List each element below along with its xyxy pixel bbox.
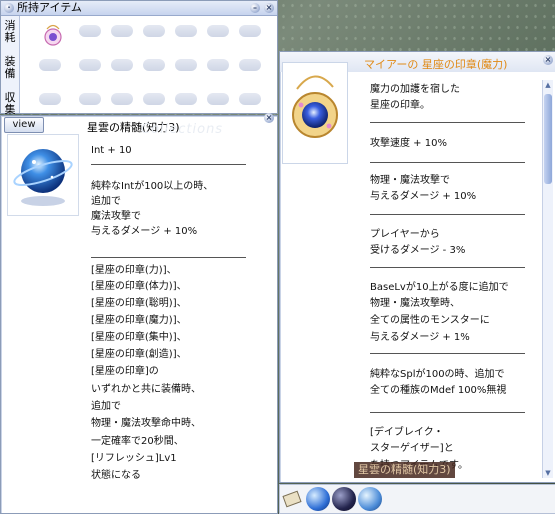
seal-description-line: BaseLvが10上がる度に追加で bbox=[370, 282, 509, 293]
seal-description-line: スターゲイザー]と bbox=[370, 443, 454, 454]
seal-illustration bbox=[282, 62, 348, 164]
inventory-slot[interactable] bbox=[239, 93, 261, 105]
divider bbox=[91, 164, 246, 165]
scroll-up-icon[interactable]: ▲ bbox=[543, 80, 553, 90]
item-tooltip: 星雲の精髄(知力3) bbox=[354, 462, 455, 478]
view-button[interactable]: view bbox=[4, 117, 44, 133]
description-line: 物理・魔法攻撃命中時、 bbox=[91, 418, 201, 429]
inventory-slot[interactable] bbox=[175, 25, 197, 37]
seal-description-line: 受けるダメージ - 3% bbox=[370, 245, 466, 256]
inventory-slot[interactable] bbox=[79, 93, 101, 105]
inventory-slot[interactable] bbox=[207, 25, 229, 37]
inventory-slot[interactable] bbox=[39, 93, 61, 105]
description-line: 純粋なIntが100以上の時、 bbox=[91, 181, 214, 192]
seal-description-line: プレイヤーから bbox=[370, 229, 440, 240]
inventory-slot[interactable] bbox=[79, 25, 101, 37]
description-line: 状態になる bbox=[91, 470, 141, 481]
divider bbox=[370, 214, 525, 215]
minimize-icon[interactable]: – bbox=[250, 3, 260, 13]
inventory-slot[interactable] bbox=[111, 93, 133, 105]
nebula-orb-icon bbox=[13, 149, 73, 206]
divider bbox=[370, 412, 525, 413]
tab-equipment[interactable]: 装備 bbox=[3, 56, 17, 80]
seal-description-line: [デイブレイク・ bbox=[370, 427, 444, 438]
inventory-slot[interactable] bbox=[175, 59, 197, 71]
description-line: [星座の印章(聡明)]、 bbox=[91, 298, 187, 309]
divider bbox=[370, 267, 525, 268]
shortcut-bar bbox=[279, 484, 555, 514]
tab-consumable[interactable]: 消耗 bbox=[3, 20, 17, 44]
inventory-slot[interactable] bbox=[111, 25, 133, 37]
description-line: [星座の印章(魔力)]、 bbox=[91, 315, 187, 326]
dark-orb-item-icon[interactable] bbox=[332, 487, 356, 511]
seal-description-line: 星座の印章。 bbox=[370, 100, 430, 111]
description-line: [星座の印章(集中)]、 bbox=[91, 332, 187, 343]
inventory-slot[interactable] bbox=[143, 25, 165, 37]
inventory-slot[interactable] bbox=[207, 93, 229, 105]
inventory-title: 所持アイテム bbox=[17, 1, 82, 14]
inventory-slot[interactable] bbox=[239, 59, 261, 71]
scroll-item-icon[interactable] bbox=[282, 490, 302, 508]
seal-orb-item-icon[interactable] bbox=[358, 487, 382, 511]
inventory-slot[interactable] bbox=[39, 59, 61, 71]
inventory-slot[interactable] bbox=[79, 59, 101, 71]
seal-description-line: 純粋なSplが100の時、追加で bbox=[370, 369, 505, 380]
description-line: 追加で bbox=[91, 401, 121, 412]
description-line: 追加で bbox=[91, 196, 121, 207]
seal-description-line: 物理・魔法攻撃で bbox=[370, 175, 450, 186]
close-icon[interactable]: × bbox=[264, 3, 274, 13]
inventory-slot[interactable] bbox=[239, 25, 261, 37]
seal-description-line: 与えるダメージ + 1% bbox=[370, 332, 470, 343]
description-line: 与えるダメージ + 10% bbox=[91, 226, 198, 237]
constellation-seal-icon bbox=[292, 75, 338, 138]
seal-description-line: 与えるダメージ + 10% bbox=[370, 191, 477, 202]
inventory-window: · 所持アイテム – × 消耗 装備 収集 bbox=[0, 0, 278, 116]
tab-etc[interactable]: 収集 bbox=[3, 92, 17, 116]
divider bbox=[370, 353, 525, 354]
description-line: [リフレッシュ]Lv1 bbox=[91, 453, 177, 464]
seal-description-window: マイアーの 星座の印章(魔力) × 魔力の加護を宿した 星座の印章。攻撃速度 + … bbox=[279, 51, 555, 483]
inventory-slot[interactable] bbox=[143, 59, 165, 71]
description-line: Int + 10 bbox=[91, 145, 132, 156]
inventory-tabs: 消耗 装備 収集 bbox=[1, 16, 20, 116]
seal-description-line: 全ての種族のMdef 100%無視 bbox=[370, 385, 507, 396]
item-illustration bbox=[7, 134, 79, 216]
seal-description-line: 全ての属性のモンスターに bbox=[370, 315, 490, 326]
description-line: [星座の印章(創造)]、 bbox=[91, 349, 187, 360]
divider bbox=[91, 257, 246, 258]
inventory-slot[interactable] bbox=[143, 93, 165, 105]
seal-description-line: 魔力の加護を宿した bbox=[370, 84, 460, 95]
scroll-thumb[interactable] bbox=[544, 94, 552, 184]
seal-item-icon[interactable] bbox=[39, 23, 69, 47]
nebula-item-icon[interactable] bbox=[306, 487, 330, 511]
description-line: 一定確率で20秒間、 bbox=[91, 436, 184, 447]
close-icon[interactable]: × bbox=[264, 113, 274, 123]
item-description-window: view × 星雲の精髄(知力3) Collections Int + 10 純粋… bbox=[0, 113, 278, 514]
inventory-slot[interactable] bbox=[175, 93, 197, 105]
close-icon[interactable]: × bbox=[543, 55, 553, 65]
seal-item-name: マイアーの 星座の印章(魔力) bbox=[364, 58, 508, 71]
inventory-titlebar[interactable]: · 所持アイテム – × bbox=[1, 1, 277, 16]
divider bbox=[370, 162, 525, 163]
inventory-slot[interactable] bbox=[207, 59, 229, 71]
description-line: いずれかと共に装備時、 bbox=[91, 384, 201, 395]
seal-description-scrollbar[interactable]: ▲ ▼ bbox=[542, 80, 553, 478]
scroll-down-icon[interactable]: ▼ bbox=[543, 468, 553, 478]
inventory-slot[interactable] bbox=[111, 59, 133, 71]
description-line: [星座の印章]の bbox=[91, 366, 159, 377]
seal-description-line: 物理・魔法攻撃時、 bbox=[370, 298, 460, 309]
watermark-text: Collections bbox=[141, 122, 224, 137]
seal-description-line: 攻撃速度 + 10% bbox=[370, 138, 447, 149]
description-line: [星座の印章(体力)]、 bbox=[91, 281, 187, 292]
description-line: [星座の印章(力)]、 bbox=[91, 265, 177, 276]
window-menu-icon[interactable]: · bbox=[4, 3, 14, 13]
divider bbox=[370, 122, 525, 123]
description-line: 魔法攻撃で bbox=[91, 211, 141, 222]
